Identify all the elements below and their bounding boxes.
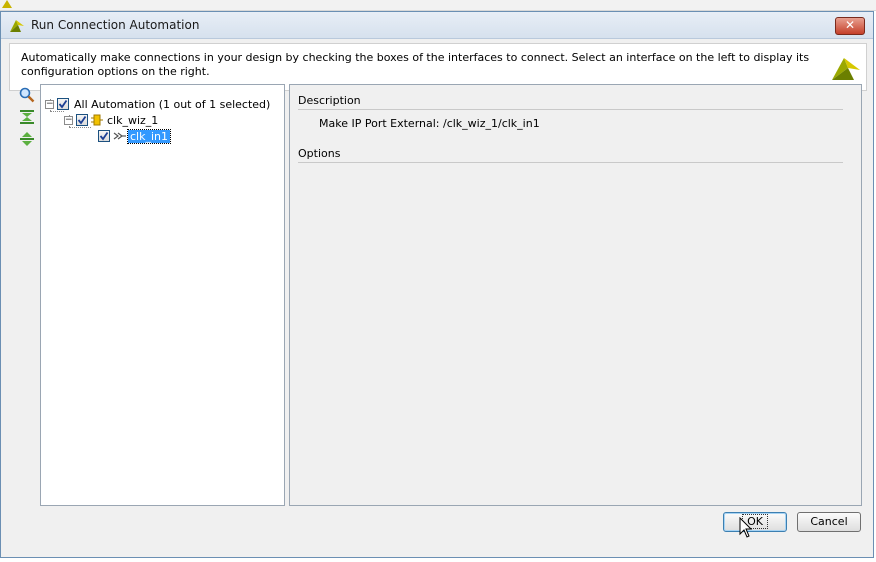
checkbox-all-automation[interactable] bbox=[57, 98, 69, 110]
title-bar[interactable]: Run Connection Automation ✕ bbox=[1, 12, 873, 39]
tree-node-port[interactable]: clk_in1 bbox=[98, 128, 172, 144]
configuration-panel: Description Make IP Port External: /clk_… bbox=[289, 84, 862, 506]
port-arrow-icon bbox=[113, 132, 126, 140]
banner-text: Automatically make connections in your d… bbox=[21, 51, 810, 78]
xilinx-logo-icon bbox=[10, 20, 24, 32]
tree-toolbar bbox=[18, 86, 38, 152]
cancel-button[interactable]: Cancel bbox=[797, 512, 861, 532]
description-text: Make IP Port External: /clk_wiz_1/clk_in… bbox=[319, 117, 540, 130]
collapse-toggle[interactable]: − bbox=[64, 115, 73, 125]
background-app-strip bbox=[0, 0, 876, 11]
description-header: Description bbox=[298, 94, 843, 110]
automation-tree: − All Automation (1 out of 1 selected) −… bbox=[40, 84, 285, 506]
collapse-all-icon[interactable] bbox=[18, 108, 36, 126]
checkbox-clk-in1[interactable] bbox=[98, 130, 110, 142]
ip-block-icon bbox=[91, 114, 103, 126]
collapse-toggle[interactable]: − bbox=[45, 99, 54, 109]
tree-node-ip[interactable]: − clk_wiz_1 bbox=[64, 112, 160, 128]
tree-label-root: All Automation (1 out of 1 selected) bbox=[74, 97, 271, 111]
checkmark-icon bbox=[77, 115, 87, 125]
close-button[interactable]: ✕ bbox=[835, 17, 865, 35]
xilinx-mini-icon bbox=[2, 0, 12, 8]
checkbox-clk-wiz[interactable] bbox=[76, 114, 88, 126]
search-icon[interactable] bbox=[18, 86, 36, 104]
tree-label-ip: clk_wiz_1 bbox=[107, 113, 159, 127]
tree-label-port: clk_in1 bbox=[126, 128, 172, 144]
options-header: Options bbox=[298, 147, 843, 163]
checkmark-icon bbox=[58, 99, 68, 109]
dialog-title: Run Connection Automation bbox=[31, 18, 200, 32]
xilinx-brand-icon bbox=[832, 58, 860, 80]
mouse-cursor-icon bbox=[739, 517, 753, 538]
tree-node-root[interactable]: − All Automation (1 out of 1 selected) bbox=[45, 96, 272, 112]
checkmark-icon bbox=[99, 131, 109, 141]
expand-all-icon[interactable] bbox=[18, 130, 36, 148]
ok-button[interactable]: OK bbox=[723, 512, 787, 532]
